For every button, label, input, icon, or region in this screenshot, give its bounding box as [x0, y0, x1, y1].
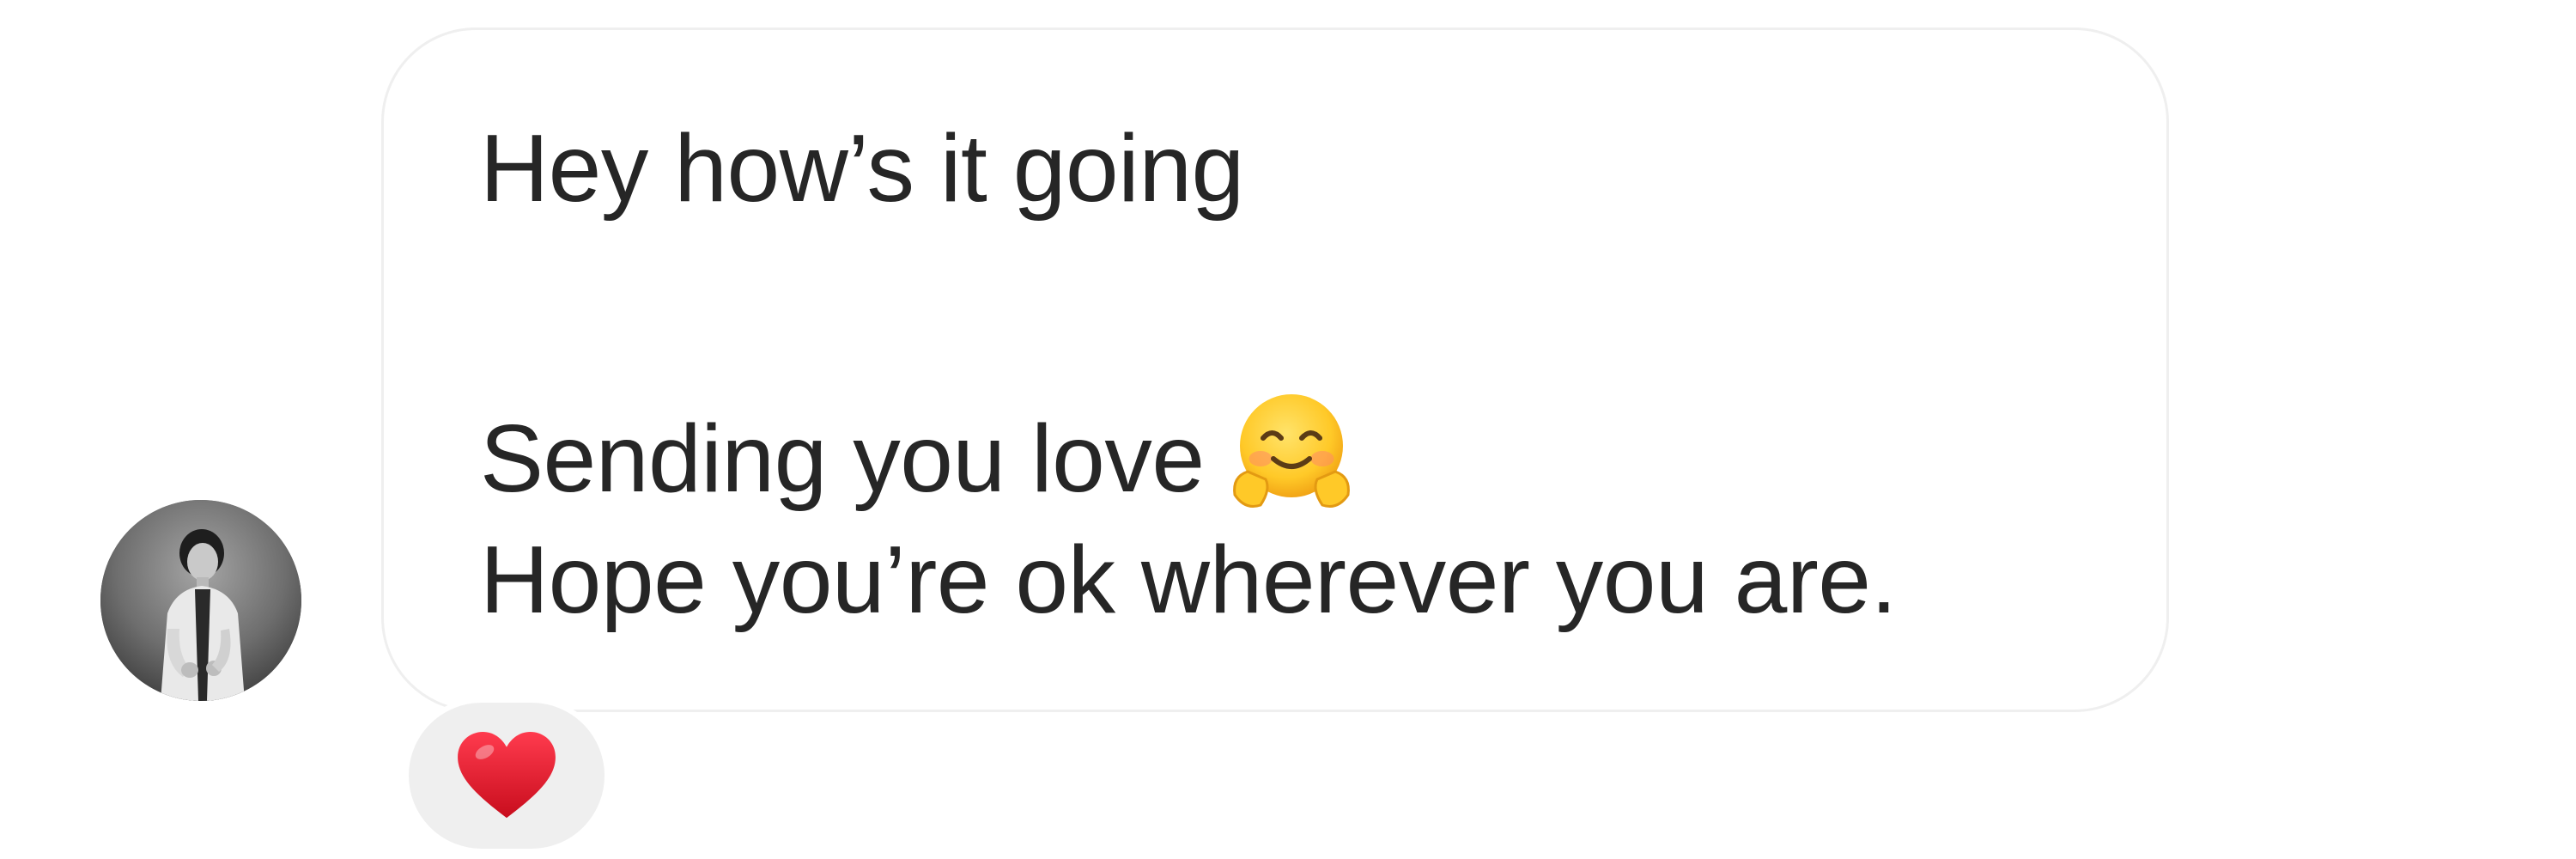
message-line-1: Hey how’s it going: [480, 115, 1244, 222]
message-bubble[interactable]: Hey how’s it going Sending you love Hope…: [381, 27, 2169, 712]
message-line-2: Sending you love: [480, 387, 1356, 515]
avatar-photo: [100, 500, 301, 701]
message-line-2-text: Sending you love: [480, 405, 1205, 512]
reaction-badge[interactable]: [404, 698, 610, 854]
hugging-face-emoji-icon: [1227, 387, 1356, 515]
sender-avatar[interactable]: [100, 500, 301, 701]
heart-reaction-icon: [456, 730, 557, 821]
message-line-3: Hope you’re ok wherever you are.: [480, 527, 1897, 633]
